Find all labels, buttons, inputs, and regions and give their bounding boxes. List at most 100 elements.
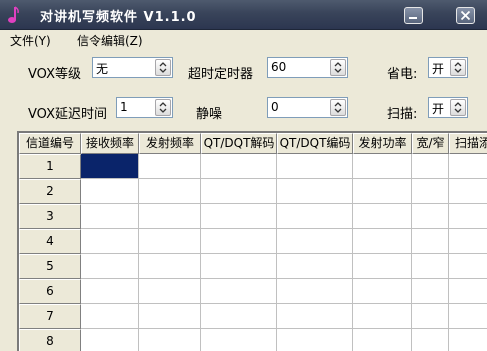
grid-cell[interactable] (412, 179, 449, 204)
title-bar[interactable]: 对讲机写频软件 V1.1.0 (0, 0, 487, 30)
grid-cell[interactable] (277, 304, 353, 329)
close-icon (460, 10, 471, 21)
grid-cell[interactable] (353, 254, 412, 279)
minimize-icon (409, 17, 417, 19)
spin-arrows-icon (334, 102, 342, 113)
close-button[interactable] (456, 7, 475, 24)
spin-arrows-icon (159, 102, 167, 113)
spin-arrows-icon (159, 62, 167, 73)
squelch-select[interactable]: 0 (267, 97, 348, 118)
grid-cell[interactable] (277, 254, 353, 279)
grid-cell[interactable] (139, 179, 201, 204)
vox-level-spin[interactable] (155, 59, 171, 76)
column-header-6[interactable]: 宽/窄 (412, 133, 449, 154)
grid-cell[interactable] (449, 329, 487, 351)
grid-cell[interactable] (201, 329, 277, 351)
menu-file[interactable]: 文件(Y) (10, 32, 51, 49)
vox-delay-label: VOX延迟时间 (28, 107, 107, 122)
grid-cell[interactable] (139, 329, 201, 351)
vox-delay-spin[interactable] (155, 99, 171, 116)
menu-signal-edit[interactable]: 信令编辑(Z) (77, 32, 143, 49)
grid-cell[interactable] (277, 204, 353, 229)
grid-cell[interactable] (353, 179, 412, 204)
grid-cell[interactable] (139, 154, 201, 179)
column-header-5[interactable]: 发射功率 (353, 133, 412, 154)
grid-cell[interactable] (139, 304, 201, 329)
grid-cell[interactable] (449, 229, 487, 254)
column-header-7[interactable]: 扫描添加 (449, 133, 487, 154)
grid-cell[interactable] (139, 254, 201, 279)
grid-cell[interactable] (412, 154, 449, 179)
grid-cell[interactable] (81, 179, 139, 204)
timeout-timer-select[interactable]: 60 (267, 57, 348, 78)
scan-select[interactable]: 开 (428, 97, 468, 118)
grid-cell[interactable] (139, 279, 201, 304)
grid-cell[interactable] (353, 229, 412, 254)
grid-cell[interactable] (277, 229, 353, 254)
grid-cell[interactable] (139, 204, 201, 229)
row-header-6[interactable]: 6 (19, 279, 81, 304)
row-header-5[interactable]: 5 (19, 254, 81, 279)
power-save-spin[interactable] (450, 59, 466, 76)
grid-cell[interactable] (201, 229, 277, 254)
vox-delay-select[interactable]: 1 (116, 97, 173, 118)
column-header-4[interactable]: QT/DQT编码 (277, 133, 353, 154)
grid-cell[interactable] (81, 279, 139, 304)
grid-cell[interactable] (201, 204, 277, 229)
channel-grid[interactable]: 信道编号接收频率发射频率QT/DQT解码QT/DQT编码发射功率宽/窄扫描添加 1… (17, 131, 487, 351)
grid-cell[interactable] (353, 279, 412, 304)
row-header-4[interactable]: 4 (19, 229, 81, 254)
grid-cell[interactable] (412, 229, 449, 254)
grid-cell[interactable] (81, 329, 139, 351)
grid-cell[interactable] (449, 204, 487, 229)
grid-cell[interactable] (201, 279, 277, 304)
squelch-spin[interactable] (330, 99, 346, 116)
grid-cell[interactable] (353, 304, 412, 329)
grid-cell[interactable] (277, 279, 353, 304)
grid-cell[interactable] (201, 154, 277, 179)
grid-cell[interactable] (201, 304, 277, 329)
grid-cell[interactable] (449, 154, 487, 179)
timeout-timer-spin[interactable] (330, 59, 346, 76)
row-header-2[interactable]: 2 (19, 179, 81, 204)
grid-cell[interactable] (412, 204, 449, 229)
grid-cell[interactable] (412, 329, 449, 351)
vox-level-select[interactable]: 无 (92, 57, 173, 78)
grid-cell[interactable] (81, 229, 139, 254)
grid-cell[interactable] (277, 154, 353, 179)
column-header-2[interactable]: 发射频率 (139, 133, 201, 154)
column-header-1[interactable]: 接收频率 (81, 133, 139, 154)
row-header-1[interactable]: 1 (19, 154, 81, 179)
grid-cell[interactable] (81, 204, 139, 229)
row-header-3[interactable]: 3 (19, 204, 81, 229)
grid-cell[interactable] (449, 279, 487, 304)
scan-spin[interactable] (450, 99, 466, 116)
grid-cell[interactable] (81, 154, 139, 179)
row-header-8[interactable]: 8 (19, 329, 81, 351)
power-save-select[interactable]: 开 (428, 57, 468, 78)
squelch-value: 0 (271, 100, 279, 114)
grid-cell[interactable] (412, 279, 449, 304)
grid-cell[interactable] (412, 304, 449, 329)
grid-cell[interactable] (81, 304, 139, 329)
column-header-3[interactable]: QT/DQT解码 (201, 133, 277, 154)
grid-cell[interactable] (277, 179, 353, 204)
grid-cell[interactable] (139, 229, 201, 254)
row-header-7[interactable]: 7 (19, 304, 81, 329)
grid-cell[interactable] (81, 254, 139, 279)
grid-cell[interactable] (353, 329, 412, 351)
minimize-button[interactable] (404, 7, 423, 24)
grid-cell[interactable] (277, 329, 353, 351)
grid-cell[interactable] (201, 179, 277, 204)
grid-cell[interactable] (353, 154, 412, 179)
grid-cell[interactable] (449, 304, 487, 329)
timeout-timer-value: 60 (271, 60, 287, 74)
vox-delay-value: 1 (120, 100, 128, 114)
grid-cell[interactable] (201, 254, 277, 279)
grid-cell[interactable] (449, 179, 487, 204)
grid-cell[interactable] (412, 254, 449, 279)
grid-cell[interactable] (449, 254, 487, 279)
column-header-0[interactable]: 信道编号 (19, 133, 81, 154)
grid-cell[interactable] (353, 204, 412, 229)
window-title: 对讲机写频软件 V1.1.0 (40, 10, 197, 25)
